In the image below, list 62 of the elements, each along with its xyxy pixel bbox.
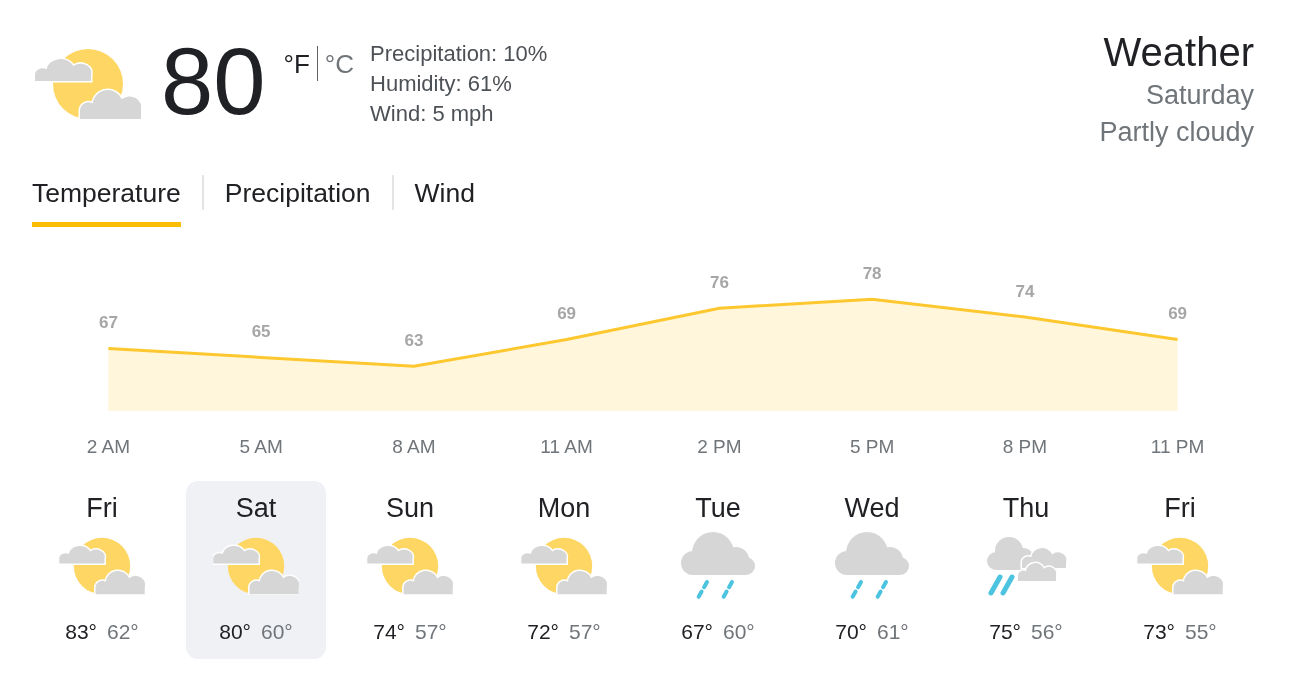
weather-title: Weather [1103, 30, 1254, 74]
sun-cloud-icon [59, 537, 145, 595]
current-temperature: 80 [161, 35, 266, 129]
value-label: 69 [1168, 304, 1188, 323]
time-label: 11 PM [1150, 435, 1205, 457]
day-text: Saturday [1145, 79, 1254, 112]
sun-cloud-icon [367, 537, 453, 595]
high-temp: 73° [1143, 619, 1175, 645]
high-temp: 80° [219, 619, 251, 645]
value-label: 74 [1015, 281, 1035, 301]
rain-cloud-icon [680, 532, 756, 600]
tab[interactable]: Wind [414, 178, 475, 227]
value-label: 78 [862, 263, 882, 283]
high-temp: 67° [681, 619, 713, 645]
tab[interactable]: Precipitation [224, 178, 371, 227]
day-name: Mon [537, 493, 591, 523]
sun-cloud-icon [1137, 537, 1223, 595]
unit-toggle[interactable]: °C [324, 49, 355, 79]
value-label: 65 [251, 321, 271, 341]
day-name: Sun [385, 493, 434, 523]
day-name: Wed [844, 493, 900, 523]
time-label: 2 PM [697, 435, 742, 457]
time-label: 2 AM [86, 435, 131, 457]
high-temp: 75° [989, 619, 1021, 645]
tab[interactable]: Temperature [32, 178, 181, 227]
unit-toggle[interactable]: °F [283, 49, 310, 79]
low-temp: 55° [1185, 619, 1217, 645]
low-temp: 60° [723, 619, 755, 645]
value-label: 76 [709, 272, 729, 292]
low-temp: 57° [415, 619, 447, 645]
low-temp: 56° [1031, 619, 1063, 645]
value-label: 63 [404, 330, 424, 350]
time-label: 11 AM [540, 435, 593, 457]
detail-text: Humidity: 61% [370, 70, 513, 98]
day-name: Thu [1002, 493, 1050, 523]
low-temp: 62° [107, 619, 139, 645]
low-temp: 57° [569, 619, 601, 645]
rain-clouds-icon [985, 536, 1067, 596]
detail-text: Precipitation: 10% [370, 40, 548, 68]
time-label: 8 PM [1002, 435, 1048, 457]
low-temp: 60° [261, 619, 293, 645]
low-temp: 61° [877, 619, 909, 645]
high-temp: 74° [373, 619, 405, 645]
rain-cloud-icon [834, 532, 910, 600]
day-name: Fri [1164, 493, 1196, 523]
day-card[interactable]: Sat 80° 60° [186, 481, 326, 659]
high-temp: 72° [527, 619, 559, 645]
day-name: Sat [235, 493, 277, 523]
value-label: 67 [98, 312, 118, 332]
time-label: 8 AM [392, 435, 436, 457]
time-label: 5 PM [849, 435, 895, 457]
value-label: 69 [557, 304, 577, 323]
day-name: Fri [86, 493, 118, 523]
sun-cloud-icon [521, 537, 607, 595]
high-temp: 83° [65, 619, 97, 645]
sun-cloud-icon [35, 48, 141, 120]
high-temp: 70° [835, 619, 867, 645]
detail-text: Wind: 5 mph [370, 100, 495, 128]
day-name: Tue [695, 493, 741, 523]
condition-text: Partly cloudy [1099, 116, 1254, 149]
time-label: 5 AM [239, 435, 283, 457]
sun-cloud-icon [213, 537, 299, 595]
